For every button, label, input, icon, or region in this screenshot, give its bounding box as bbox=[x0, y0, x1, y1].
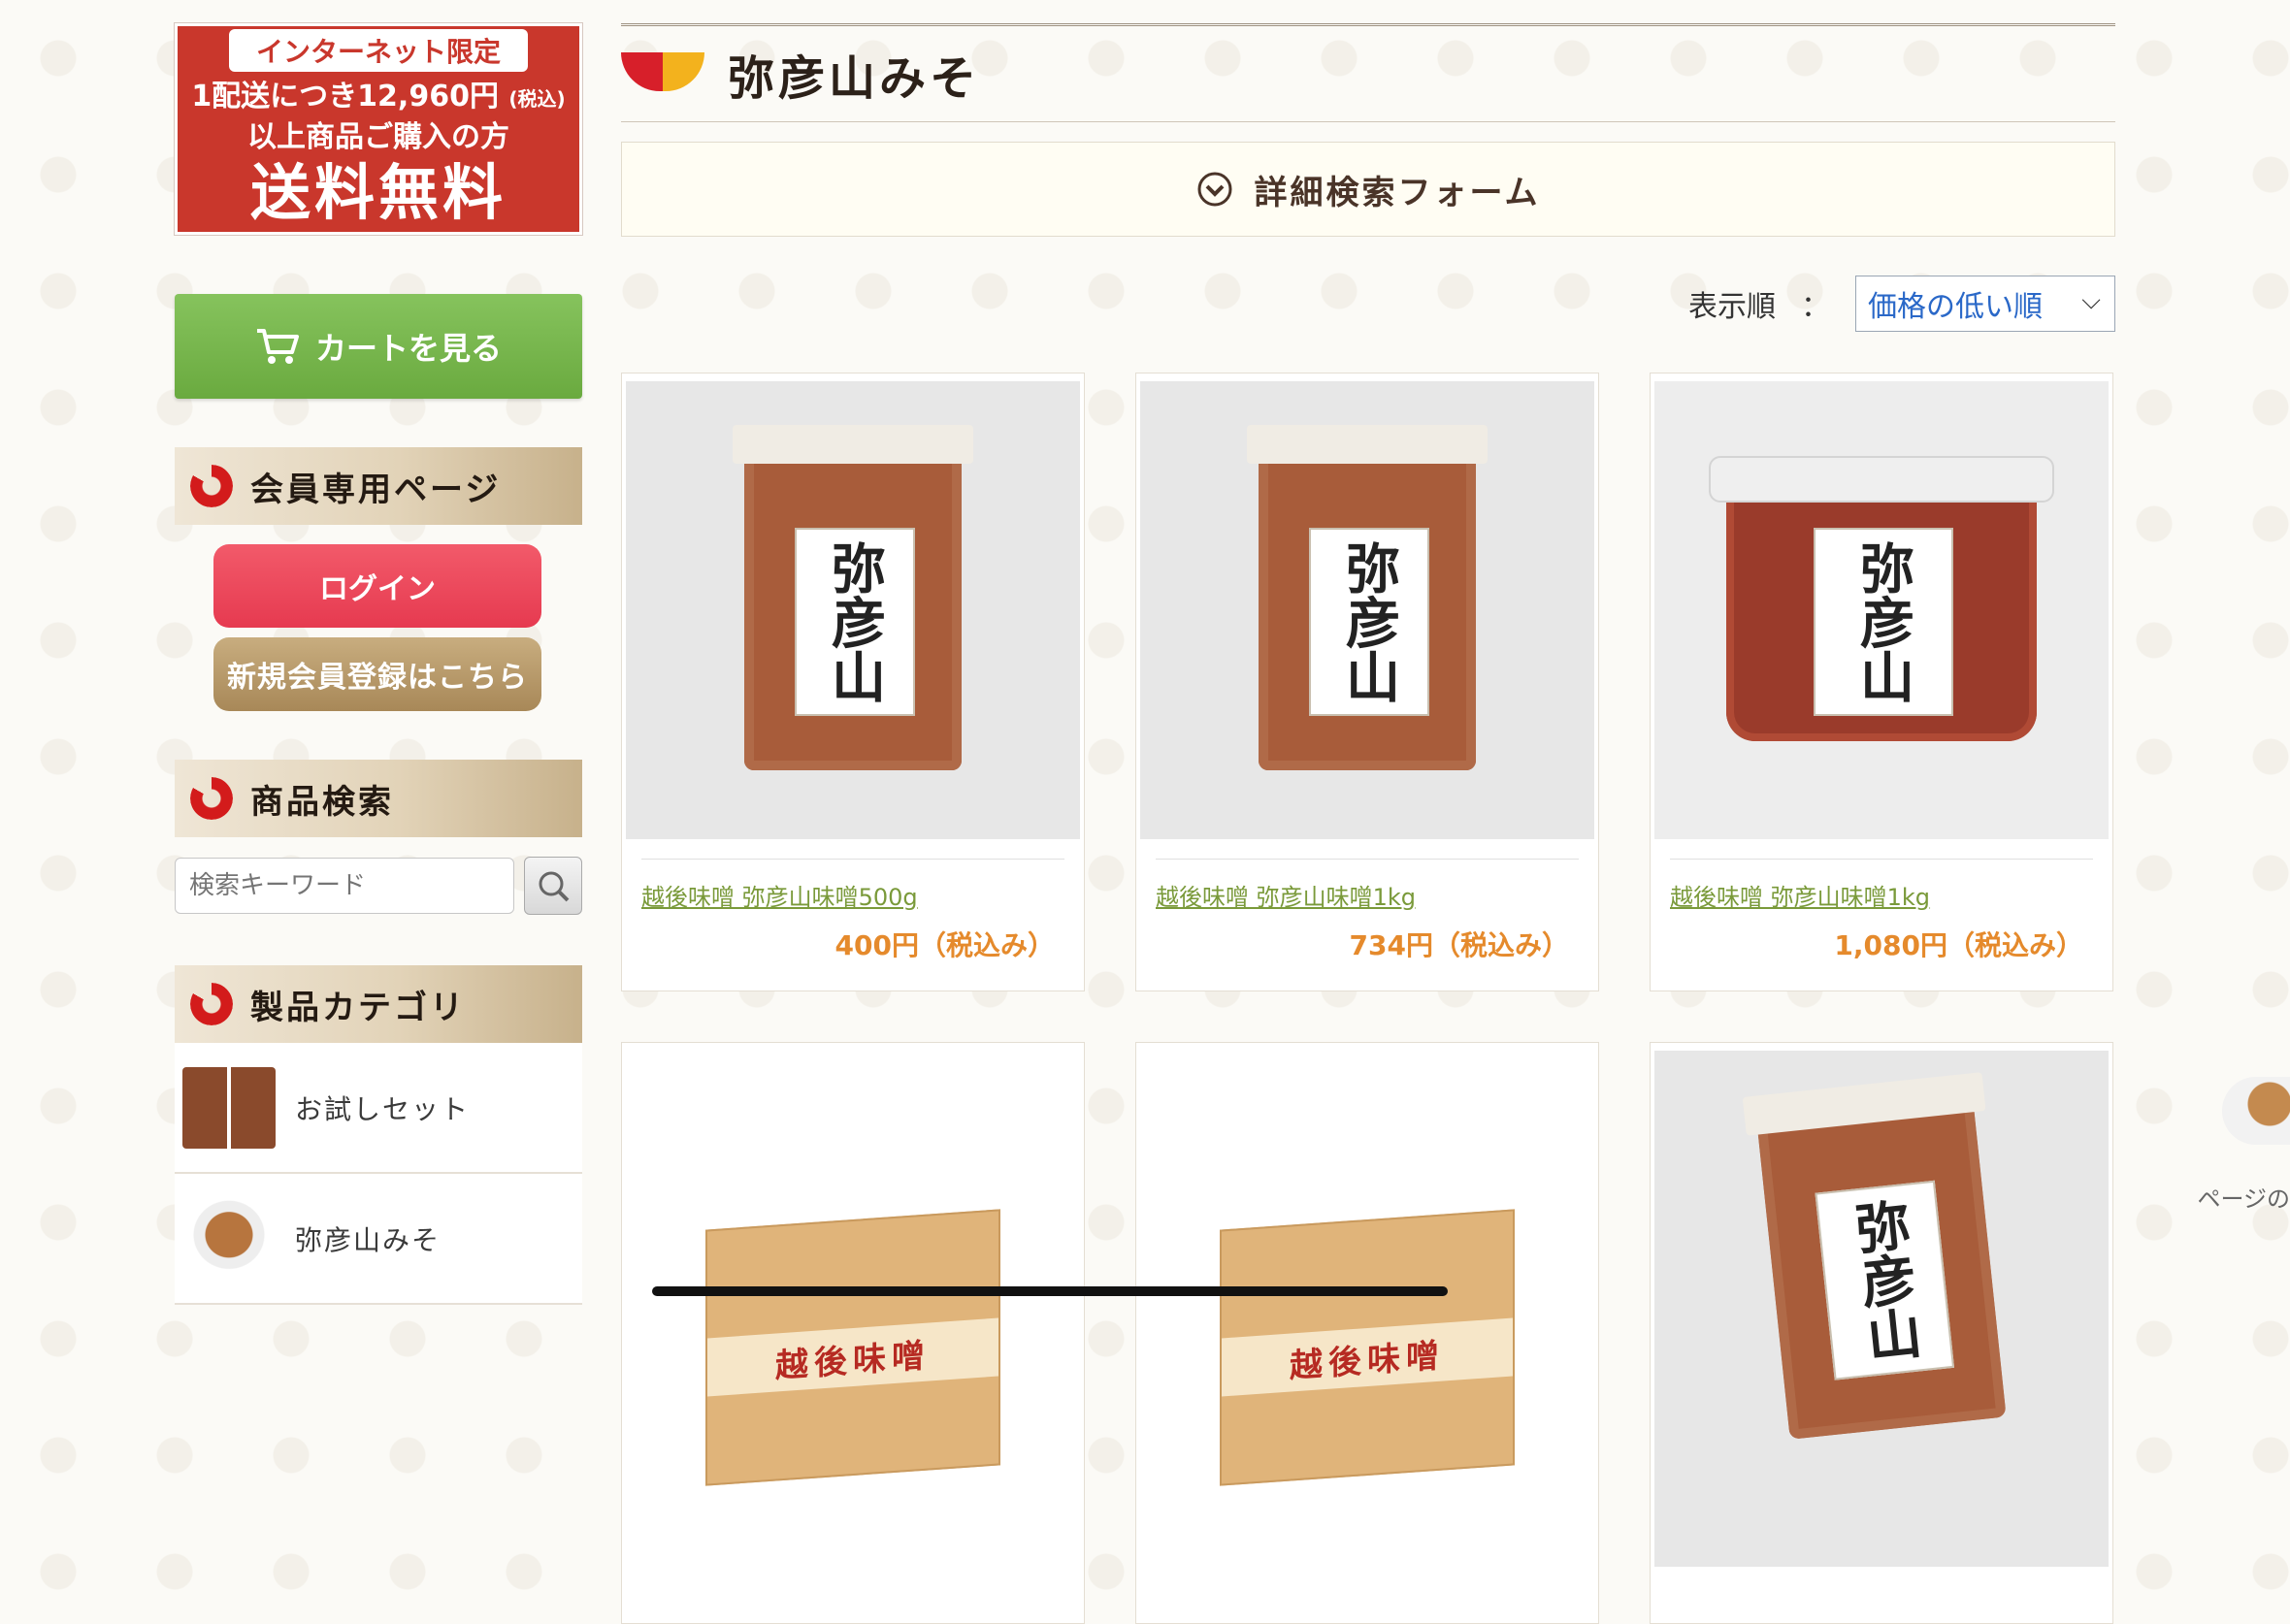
product-image[interactable]: 弥彦山 bbox=[1140, 381, 1594, 839]
circle-mark-icon bbox=[190, 465, 233, 507]
page-top-image[interactable] bbox=[2222, 1077, 2290, 1145]
sort-row: 表示順 ： 価格の低い順 ⌵ bbox=[621, 276, 2115, 332]
search-button[interactable] bbox=[524, 857, 582, 915]
product-name-link[interactable]: 越後味噌 弥彦山味噌1kg bbox=[1670, 878, 1930, 912]
product-card[interactable]: 弥彦山 bbox=[1650, 1042, 2113, 1624]
circle-mark-icon bbox=[190, 777, 233, 820]
page-top-label[interactable]: ページの bbox=[2197, 1180, 2290, 1214]
page-title: 弥彦山みそ bbox=[728, 51, 981, 106]
page-title-bar: 弥彦山みそ bbox=[621, 23, 2115, 122]
product-name-link[interactable]: 越後味噌 弥彦山味噌1kg bbox=[1156, 878, 1416, 912]
product-image[interactable]: 弥彦山 bbox=[626, 381, 1080, 839]
search-input[interactable] bbox=[175, 858, 514, 914]
trial-set-thumb bbox=[182, 1066, 276, 1149]
title-mark-icon bbox=[621, 52, 704, 91]
cart-label: カートを見る bbox=[314, 330, 502, 367]
category-list: お試しセット 弥彦山みそ bbox=[175, 1043, 582, 1305]
sort-selected-value: 価格の低い順 bbox=[1868, 290, 2043, 324]
member-section-heading: 会員専用ページ bbox=[175, 447, 582, 525]
banner-internet-only: インターネット限定 bbox=[228, 29, 528, 72]
cart-icon bbox=[256, 329, 299, 364]
category-section-heading: 製品カテゴリ bbox=[175, 965, 582, 1043]
advanced-search-label: 詳細検索フォーム bbox=[1254, 173, 1541, 212]
category-item-yahikoyama-miso[interactable]: 弥彦山みそ bbox=[175, 1174, 582, 1305]
product-price: 1,080円（税込み） bbox=[1834, 929, 2083, 961]
home-indicator bbox=[652, 1286, 1448, 1296]
sort-select[interactable]: 価格の低い順 ⌵ bbox=[1855, 276, 2115, 332]
product-price: 734円（税込み） bbox=[1349, 929, 1569, 961]
register-button[interactable]: 新規会員登録はこちら bbox=[213, 637, 541, 711]
product-card[interactable]: 弥彦山 越後味噌 弥彦山味噌500g 400円（税込み） bbox=[621, 373, 1085, 991]
product-image[interactable]: 弥彦山 bbox=[1654, 1051, 2109, 1567]
product-image[interactable]: 越後味噌 bbox=[1140, 1051, 1594, 1509]
banner-threshold: 1配送につき12,960円 (税込) bbox=[191, 80, 566, 114]
product-price: 400円（税込み） bbox=[834, 929, 1055, 961]
sort-label: 表示順 bbox=[1688, 290, 1776, 324]
sort-colon: ： bbox=[1801, 290, 1830, 324]
sidebar: インターネット限定 1配送につき12,960円 (税込) 以上商品ご購入の方 送… bbox=[175, 23, 582, 1305]
view-cart-button[interactable]: カートを見る bbox=[175, 294, 582, 399]
miso-bowl-thumb bbox=[182, 1197, 276, 1280]
product-name-link[interactable]: 越後味噌 弥彦山味噌500g bbox=[641, 878, 918, 912]
search-icon bbox=[539, 871, 570, 902]
circle-mark-icon bbox=[190, 983, 233, 1025]
chevron-down-icon: ⌵ bbox=[2081, 286, 2101, 315]
search-row bbox=[175, 857, 582, 915]
product-card[interactable]: 越後味噌 bbox=[621, 1042, 1085, 1624]
main-content: 弥彦山みそ 詳細検索フォーム 表示順 ： 価格の低い順 ⌵ 弥彦山 越後味噌 弥… bbox=[621, 23, 2115, 1624]
advanced-search-toggle[interactable]: 詳細検索フォーム bbox=[621, 142, 2115, 237]
product-card[interactable]: 弥彦山 越後味噌 弥彦山味噌1kg 734円（税込み） bbox=[1135, 373, 1599, 991]
product-card[interactable]: 越後味噌 bbox=[1135, 1042, 1599, 1624]
product-image[interactable]: 越後味噌 bbox=[626, 1051, 1080, 1509]
chevron-down-circle-icon bbox=[1197, 172, 1231, 207]
product-image[interactable]: 弥彦山 bbox=[1654, 381, 2109, 839]
banner-condition: 以上商品ご購入の方 bbox=[247, 120, 509, 154]
category-item-trial-set[interactable]: お試しセット bbox=[175, 1043, 582, 1174]
product-grid: 弥彦山 越後味噌 弥彦山味噌500g 400円（税込み） 弥彦山 越後味噌 弥彦… bbox=[621, 373, 2115, 1624]
free-shipping-banner[interactable]: インターネット限定 1配送につき12,960円 (税込) 以上商品ご購入の方 送… bbox=[175, 23, 582, 235]
search-section-heading: 商品検索 bbox=[175, 760, 582, 837]
product-card[interactable]: 弥彦山 越後味噌 弥彦山味噌1kg 1,080円（税込み） bbox=[1650, 373, 2113, 991]
login-button[interactable]: ログイン bbox=[213, 544, 541, 628]
banner-free-shipping: 送料無料 bbox=[249, 157, 507, 228]
